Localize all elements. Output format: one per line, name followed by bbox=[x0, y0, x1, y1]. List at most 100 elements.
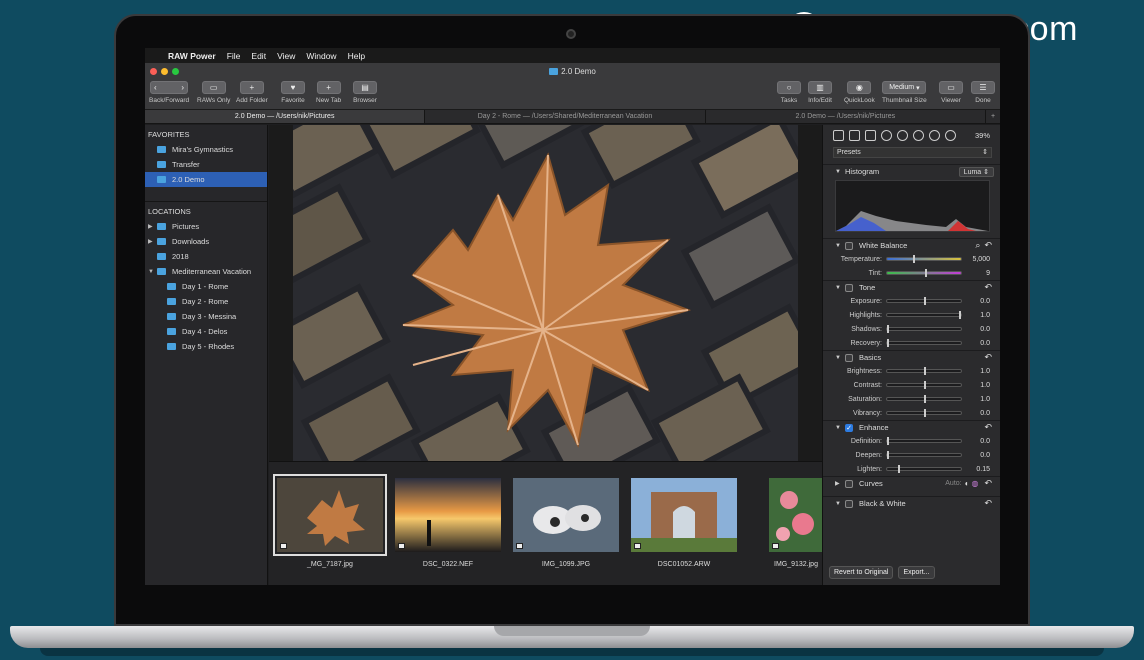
auto-color-icon[interactable]: ◍ bbox=[971, 479, 978, 488]
menu-edit[interactable]: Edit bbox=[251, 51, 266, 61]
curves-checkbox[interactable] bbox=[845, 479, 853, 488]
disclosure-down-icon[interactable]: ▼ bbox=[835, 169, 845, 175]
basics-section[interactable]: ▼ Basics ↶ bbox=[823, 350, 1000, 364]
menu-app-name[interactable]: RAW Power bbox=[168, 51, 216, 61]
reset-icon[interactable]: ↶ bbox=[984, 282, 992, 293]
favorite-label: Favorite bbox=[281, 97, 305, 104]
histogram-section[interactable]: ▼ Histogram Luma ⇕ bbox=[823, 164, 1000, 178]
white-balance-section[interactable]: ▼ White Balance ⌕ ↶ bbox=[823, 238, 1000, 252]
white-balance-checkbox[interactable] bbox=[845, 241, 853, 250]
thumbnail-dsc01052[interactable] bbox=[631, 478, 737, 552]
favorite-button[interactable]: ♥ bbox=[281, 81, 305, 94]
quicklook-button[interactable]: ◉ bbox=[847, 81, 872, 94]
black-white-section[interactable]: ▼ Black & White ↶ bbox=[823, 496, 1000, 510]
raws-only-button[interactable]: ▭ bbox=[201, 81, 226, 94]
menu-help[interactable]: Help bbox=[348, 51, 365, 61]
reset-icon[interactable]: ↶ bbox=[984, 240, 992, 251]
crop-icon[interactable] bbox=[865, 129, 876, 141]
main-photo-leaf-on-cobblestones[interactable] bbox=[293, 125, 798, 461]
reset-icon[interactable]: ↶ bbox=[984, 478, 992, 489]
auto-contrast-icon[interactable]: ◐ bbox=[965, 479, 970, 488]
rotate-icon[interactable] bbox=[833, 129, 844, 141]
flip-icon[interactable] bbox=[849, 129, 860, 141]
saturation-slider[interactable] bbox=[886, 395, 962, 403]
tone-section[interactable]: ▼ Tone ↶ bbox=[823, 280, 1000, 294]
reset-icon[interactable]: ↶ bbox=[984, 422, 992, 433]
sidebar-item-day-1-rome[interactable]: Day 1 - Rome bbox=[145, 279, 267, 294]
basics-checkbox[interactable] bbox=[845, 353, 853, 362]
zoom-actual-icon[interactable] bbox=[945, 129, 956, 141]
viewer-button[interactable]: ▭ bbox=[939, 81, 963, 94]
disclosure-down-icon[interactable]: ▼ bbox=[835, 425, 845, 431]
disclosure-right-icon[interactable]: ▶ bbox=[835, 480, 845, 487]
revert-to-original-button[interactable]: Revert to Original bbox=[829, 566, 894, 579]
sidebar-item-pictures[interactable]: ▶ Pictures bbox=[145, 219, 267, 234]
disclosure-down-icon[interactable]: ▼ bbox=[835, 355, 845, 361]
forward-icon[interactable]: › bbox=[181, 83, 184, 92]
thumbnail-mg-7187[interactable] bbox=[273, 474, 387, 556]
deepen-slider[interactable] bbox=[886, 451, 962, 459]
sidebar-item-2018[interactable]: 2018 bbox=[145, 249, 267, 264]
exposure-slider[interactable] bbox=[886, 297, 962, 305]
recovery-slider[interactable] bbox=[886, 339, 962, 347]
zoom-in-icon[interactable] bbox=[897, 129, 908, 141]
tab-day-2-rome[interactable]: Day 2 - Rome — /Users/Shared/Mediterrane… bbox=[425, 110, 706, 123]
sidebar-item-transfer[interactable]: Transfer bbox=[145, 157, 267, 172]
sidebar-item-day-2-rome[interactable]: Day 2 - Rome bbox=[145, 294, 267, 309]
thumbnail-img-1099[interactable] bbox=[513, 478, 619, 552]
sidebar-item-downloads[interactable]: ▶ Downloads bbox=[145, 234, 267, 249]
thumbnail-dsc-0322[interactable] bbox=[395, 478, 501, 552]
tint-slider[interactable] bbox=[886, 269, 962, 277]
info-edit-button[interactable]: ▥ bbox=[808, 81, 832, 94]
disclosure-down-icon[interactable]: ▼ bbox=[835, 285, 845, 291]
highlights-slider[interactable] bbox=[886, 311, 962, 319]
presets-dropdown[interactable]: Presets ⇕ bbox=[833, 147, 992, 158]
add-folder-button[interactable]: + bbox=[239, 81, 264, 94]
sidebar-item-day-3-messina[interactable]: Day 3 - Messina bbox=[145, 309, 267, 324]
thumbnail-size-dropdown[interactable]: Medium ▾ bbox=[882, 81, 927, 94]
tasks-button[interactable]: ○ bbox=[777, 81, 801, 94]
black-white-checkbox[interactable] bbox=[845, 499, 853, 508]
export-button[interactable]: Export... bbox=[898, 566, 935, 579]
new-tab-button[interactable]: + bbox=[316, 81, 341, 94]
zoom-out-icon[interactable] bbox=[913, 129, 924, 141]
vibrancy-slider[interactable] bbox=[886, 409, 962, 417]
contrast-slider[interactable] bbox=[886, 381, 962, 389]
sidebar-item-mediterranean-vacation[interactable]: ▼ Mediterranean Vacation bbox=[145, 264, 267, 279]
sidebar-item-2-0-demo[interactable]: 2.0 Demo bbox=[145, 172, 267, 187]
histogram-mode-dropdown[interactable]: Luma ⇕ bbox=[958, 166, 994, 177]
back-forward-buttons[interactable]: ‹ › bbox=[150, 81, 189, 94]
info-icon[interactable] bbox=[881, 129, 892, 141]
sidebar-item-day-5-rhodes[interactable]: Day 5 - Rhodes bbox=[145, 339, 267, 354]
eyedropper-icon[interactable]: ⌕ bbox=[975, 240, 980, 251]
disclosure-down-icon[interactable]: ▼ bbox=[835, 501, 845, 507]
tone-checkbox[interactable] bbox=[845, 283, 853, 292]
back-icon[interactable]: ‹ bbox=[154, 83, 157, 92]
lighten-slider[interactable] bbox=[886, 465, 962, 473]
disclosure-down-icon[interactable]: ▼ bbox=[148, 269, 156, 275]
disclosure-right-icon[interactable]: ▶ bbox=[148, 223, 156, 230]
reset-icon[interactable]: ↶ bbox=[984, 352, 992, 363]
menu-file[interactable]: File bbox=[227, 51, 241, 61]
enhance-section[interactable]: ▼ ✓ Enhance ↶ bbox=[823, 420, 1000, 434]
disclosure-right-icon[interactable]: ▶ bbox=[148, 238, 156, 245]
definition-slider[interactable] bbox=[886, 437, 962, 445]
sidebar-item-day-4-delos[interactable]: Day 4 - Delos bbox=[145, 324, 267, 339]
thumbnail-img-9132[interactable] bbox=[769, 478, 822, 552]
add-tab-button[interactable]: + bbox=[986, 110, 1000, 123]
sidebar-item-miras-gymnastics[interactable]: Mira's Gymnastics bbox=[145, 142, 267, 157]
menu-view[interactable]: View bbox=[277, 51, 295, 61]
browser-button[interactable]: ▤ bbox=[353, 81, 377, 94]
tab-2-0-demo[interactable]: 2.0 Demo — /Users/nik/Pictures bbox=[145, 110, 426, 123]
shadows-slider[interactable] bbox=[886, 325, 962, 333]
enhance-checkbox[interactable]: ✓ bbox=[845, 423, 853, 432]
zoom-fit-icon[interactable] bbox=[929, 129, 940, 141]
disclosure-down-icon[interactable]: ▼ bbox=[835, 243, 845, 249]
done-button[interactable]: ☰ bbox=[971, 81, 995, 94]
curves-section[interactable]: ▶ Curves Auto: ◐ ◍ ↶ bbox=[823, 476, 1000, 490]
temperature-slider[interactable] bbox=[886, 255, 962, 263]
reset-icon[interactable]: ↶ bbox=[984, 498, 992, 509]
brightness-slider[interactable] bbox=[886, 367, 962, 375]
menu-window[interactable]: Window bbox=[306, 51, 336, 61]
tab-2-0-demo-second[interactable]: 2.0 Demo — /Users/nik/Pictures bbox=[706, 110, 986, 123]
